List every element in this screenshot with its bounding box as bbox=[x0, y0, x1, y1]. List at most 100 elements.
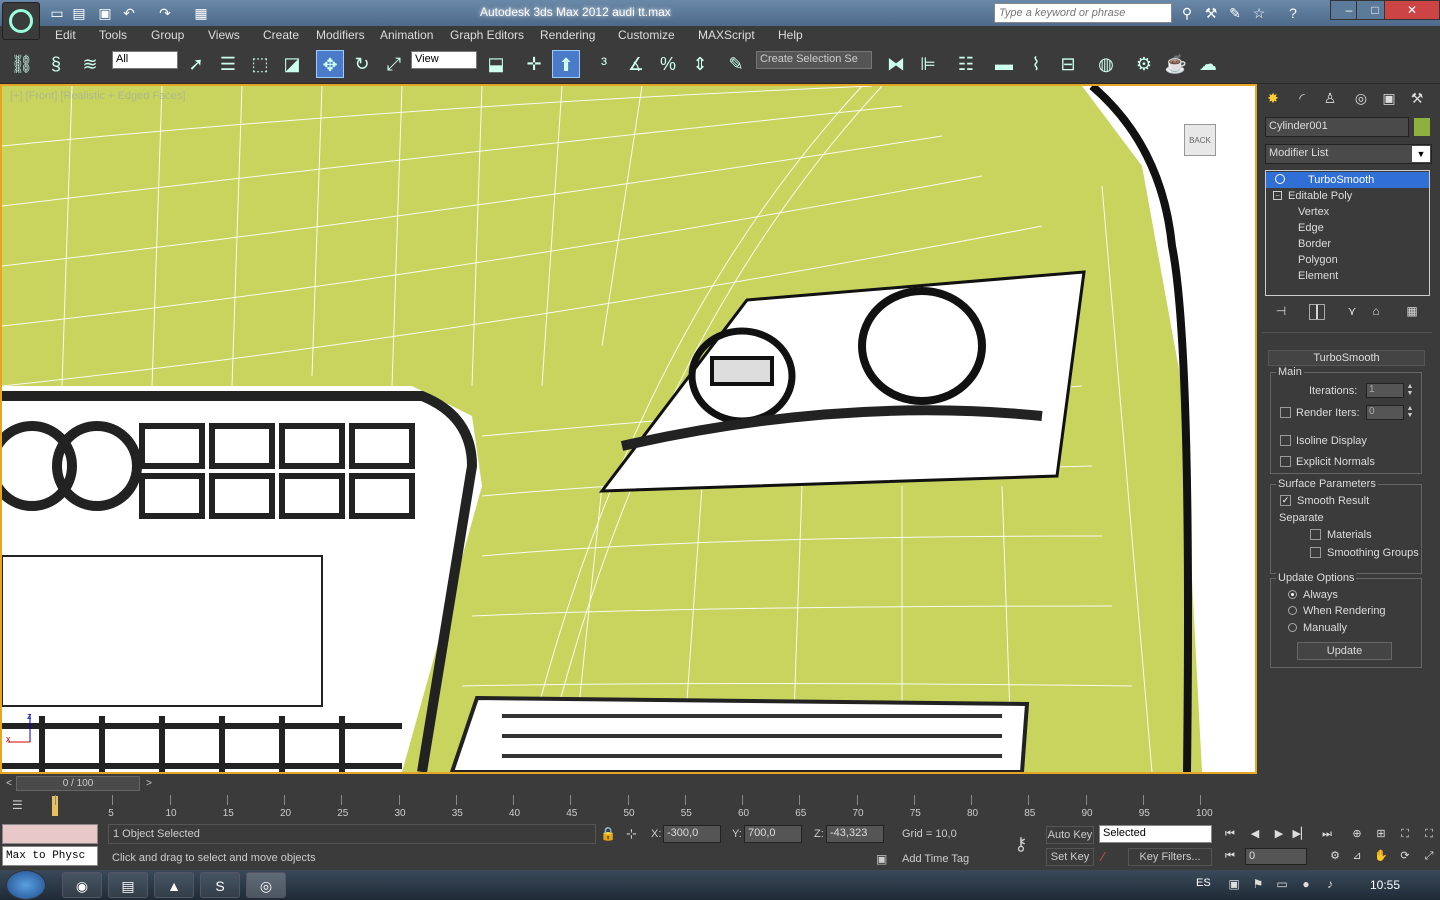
iterations-spinner[interactable]: 1 bbox=[1366, 383, 1404, 398]
stack-item-editable-poly[interactable]: Editable Poly bbox=[1266, 188, 1429, 204]
pan-hand-icon[interactable]: ✋ bbox=[1372, 847, 1390, 865]
open-file-icon[interactable]: ▤ bbox=[70, 4, 88, 22]
menu-graph-editors[interactable]: Graph Editors bbox=[450, 28, 524, 42]
menu-modifiers[interactable]: Modifiers bbox=[316, 28, 365, 42]
project-folder-icon[interactable]: ▦ bbox=[192, 4, 210, 22]
3dsmax-taskbar-icon[interactable]: ◎ bbox=[246, 872, 286, 898]
select-and-link-icon[interactable]: ⛓ bbox=[8, 50, 36, 78]
firefox-icon[interactable]: ◉ bbox=[62, 872, 102, 898]
menu-edit[interactable]: Edit bbox=[55, 28, 76, 42]
remove-modifier-icon[interactable]: ⌂ bbox=[1368, 304, 1384, 320]
go-to-end-icon[interactable]: ⏭ bbox=[1318, 825, 1336, 843]
favorites-star-icon[interactable]: ☆ bbox=[1250, 4, 1268, 22]
stack-item-polygon[interactable]: Polygon bbox=[1266, 252, 1429, 268]
motion-tab-icon[interactable]: ◎ bbox=[1350, 90, 1372, 110]
stack-item-turbosmooth[interactable]: TurboSmooth bbox=[1266, 172, 1429, 188]
chevron-down-icon[interactable]: ▼ bbox=[1412, 146, 1430, 162]
modifier-list-dropdown[interactable]: Modifier List bbox=[1265, 144, 1432, 164]
time-slider-track[interactable] bbox=[0, 776, 1257, 792]
graphite-modeling-icon[interactable]: ▬ bbox=[990, 50, 1018, 78]
select-by-name-icon[interactable]: ☰ bbox=[214, 50, 242, 78]
layer-manager-icon[interactable]: ☷ bbox=[952, 50, 980, 78]
orbit-icon[interactable]: ⟳ bbox=[1396, 847, 1414, 865]
named-selection-sets-dropdown[interactable]: Create Selection Se bbox=[756, 51, 872, 69]
maximize-viewport-icon[interactable]: ⤢ bbox=[1420, 847, 1438, 865]
help-icon[interactable]: ? bbox=[1284, 4, 1302, 22]
y-coordinate-field[interactable]: 700,0 bbox=[744, 825, 802, 843]
undo-icon[interactable]: ↶ bbox=[120, 4, 138, 22]
maxscript-mini-listener-input[interactable]: Max to Physc bbox=[2, 846, 98, 866]
bind-space-warp-icon[interactable]: ≋ bbox=[76, 50, 104, 78]
menu-rendering[interactable]: Rendering bbox=[540, 28, 595, 42]
reference-coordinate-dropdown[interactable]: View bbox=[411, 51, 477, 69]
mirror-icon[interactable]: ⧓ bbox=[882, 50, 910, 78]
utilities-tab-icon[interactable]: ⚒ bbox=[1406, 90, 1428, 110]
menu-animation[interactable]: Animation bbox=[380, 28, 433, 42]
menu-help[interactable]: Help bbox=[778, 28, 803, 42]
time-tag-icon[interactable]: ▣ bbox=[876, 852, 887, 866]
binoculars-icon[interactable]: ⚲ bbox=[1178, 4, 1196, 22]
select-and-move-icon[interactable]: ✥ bbox=[316, 50, 344, 78]
select-and-rotate-icon[interactable]: ↻ bbox=[348, 50, 376, 78]
redo-icon[interactable]: ↷ bbox=[156, 4, 174, 22]
menu-views[interactable]: Views bbox=[208, 28, 240, 42]
field-of-view-icon[interactable]: ⊿ bbox=[1348, 847, 1366, 865]
go-to-start-icon[interactable]: ⏮ bbox=[1221, 825, 1239, 843]
menu-customize[interactable]: Customize bbox=[618, 28, 675, 42]
viewcube[interactable]: BACK bbox=[1184, 124, 1216, 156]
object-name-field[interactable]: Cylinder001 bbox=[1265, 117, 1409, 137]
zoom-icon[interactable]: ⊕ bbox=[1348, 825, 1366, 843]
menu-maxscript[interactable]: MAXScript bbox=[698, 28, 755, 42]
make-unique-icon[interactable]: ⋎ bbox=[1344, 304, 1360, 320]
chevron-right-icon[interactable]: > bbox=[142, 777, 156, 791]
stack-item-element[interactable]: Element bbox=[1266, 268, 1429, 284]
viewport-label[interactable]: [+] [Front] [Realistic + Edged Faces] bbox=[10, 90, 185, 102]
select-and-scale-icon[interactable]: ⤢ bbox=[380, 50, 408, 78]
x-coordinate-field[interactable]: -300,0 bbox=[663, 825, 721, 843]
smooth-result-checkbox[interactable]: ✓ bbox=[1280, 495, 1291, 506]
material-editor-icon[interactable]: ◍ bbox=[1092, 50, 1120, 78]
spinner-arrows-icon[interactable]: ▲ ▼ bbox=[1405, 405, 1415, 420]
zoom-all-icon[interactable]: ⊞ bbox=[1372, 825, 1390, 843]
keyboard-shortcut-override-icon[interactable]: ⬆ bbox=[552, 50, 580, 78]
menu-tools[interactable]: Tools bbox=[99, 28, 127, 42]
app-logo-button[interactable] bbox=[2, 2, 40, 40]
rollout-header-turbosmooth[interactable]: TurboSmooth bbox=[1268, 350, 1425, 366]
new-scene-icon[interactable]: ▭ bbox=[48, 4, 66, 22]
percent-snap-icon[interactable]: % bbox=[654, 50, 682, 78]
time-configuration-icon[interactable]: ⚙ bbox=[1326, 847, 1344, 865]
set-keys-icon[interactable]: ⚷ bbox=[1006, 834, 1036, 854]
stack-item-border[interactable]: Border bbox=[1266, 236, 1429, 252]
key-mode-dropdown[interactable]: Selected bbox=[1099, 825, 1212, 843]
tray-network-share-icon[interactable]: ⚑ bbox=[1250, 877, 1266, 893]
search-input[interactable] bbox=[994, 3, 1172, 23]
explorer-folder-icon[interactable]: ▤ bbox=[108, 872, 148, 898]
spinner-arrows-icon[interactable]: ▲ ▼ bbox=[1405, 383, 1415, 398]
previous-frame-icon[interactable]: ◀ bbox=[1246, 825, 1264, 843]
render-iters-spinner[interactable]: 0 bbox=[1366, 405, 1404, 420]
curve-editor-icon[interactable]: ⌇ bbox=[1022, 50, 1050, 78]
configure-modifier-sets-icon[interactable]: ▦ bbox=[1404, 304, 1420, 320]
language-indicator[interactable]: ES bbox=[1196, 877, 1211, 889]
manually-radio[interactable] bbox=[1288, 623, 1297, 632]
tray-app-icon[interactable]: ▣ bbox=[1226, 877, 1242, 893]
mini-curve-editor-icon[interactable]: ☰ bbox=[12, 798, 32, 816]
render-setup-icon[interactable]: ⚙ bbox=[1130, 50, 1158, 78]
viewport-front[interactable]: z x [+] [Front] [Realistic + Edged Faces… bbox=[0, 84, 1257, 774]
tray-monitor-icon[interactable]: ▭ bbox=[1274, 877, 1290, 893]
zoom-extents-icon[interactable]: ⛶ bbox=[1396, 825, 1414, 843]
volume-icon[interactable]: ♪ bbox=[1322, 877, 1338, 893]
tray-notification-icon[interactable]: ● bbox=[1298, 877, 1314, 893]
materials-checkbox[interactable] bbox=[1310, 529, 1321, 540]
clock[interactable]: 10:55 bbox=[1370, 878, 1400, 892]
render-production-icon[interactable]: ☁ bbox=[1194, 50, 1222, 78]
rectangular-selection-icon[interactable]: ⬚ bbox=[246, 50, 274, 78]
next-frame-icon[interactable]: ▶▏ bbox=[1292, 825, 1310, 843]
bulb-icon[interactable] bbox=[1275, 174, 1285, 184]
subscription-icon[interactable]: ⚒ bbox=[1202, 4, 1220, 22]
communication-icon[interactable]: ✎ bbox=[1226, 4, 1244, 22]
align-icon[interactable]: ⊫ bbox=[914, 50, 942, 78]
window-crossing-icon[interactable]: ◪ bbox=[278, 50, 306, 78]
default-tangent-icon[interactable]: ⁄ bbox=[1102, 849, 1104, 864]
start-button[interactable] bbox=[6, 870, 46, 900]
